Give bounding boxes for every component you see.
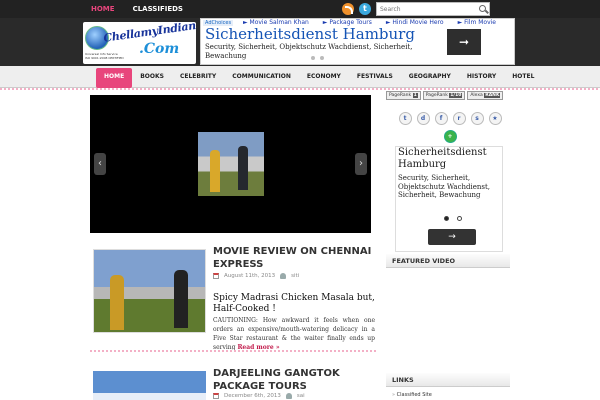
slide-figure (210, 150, 220, 192)
sidebar-ad-pager (444, 216, 462, 221)
ad-pager-dot[interactable] (311, 56, 315, 60)
reddit-share-icon[interactable]: r (452, 112, 466, 125)
post-author[interactable]: siti (291, 273, 299, 279)
nav-economy[interactable]: ECONOMY (299, 68, 349, 88)
post-meta: December 6th, 2013 sai (213, 393, 305, 399)
slide-figure (238, 146, 248, 190)
pagerank-badge[interactable]: PageRank 1 (386, 91, 421, 100)
divider (0, 88, 600, 90)
nav-books[interactable]: BOOKS (132, 68, 172, 88)
stumbleupon-share-icon[interactable]: s (470, 112, 484, 125)
slider-next-button[interactable]: › (355, 153, 367, 175)
logo-tagline-2: ISO 9001:2008 CERTIFIED (85, 56, 124, 60)
post-title[interactable]: MOVIE REVIEW ON CHENNAI EXPRESS (213, 245, 375, 271)
pagerank-badge[interactable]: PageRank 1/10 (422, 91, 466, 100)
social-icons: t d f r s ★ + (394, 112, 506, 143)
post-date: December 6th, 2013 (224, 393, 281, 399)
delicious-share-icon[interactable]: d (416, 112, 430, 125)
plus-share-icon[interactable]: + (443, 130, 457, 143)
main-nav-bar: HOME BOOKS CELEBRITY COMMUNICATION ECONO… (0, 66, 600, 88)
thumbnail-figure (110, 275, 124, 330)
links-heading: LINKS (386, 373, 510, 387)
post-thumbnail[interactable] (93, 249, 206, 333)
post-thumbnail[interactable] (93, 371, 206, 400)
ad-pager-dot[interactable] (320, 56, 324, 60)
site-logo[interactable]: ChellamyIndians .Com Universal Info Serv… (83, 22, 196, 64)
sidebar-ad-dot[interactable] (444, 216, 449, 221)
post-date: August 11th, 2013 (224, 273, 276, 279)
sidebar-ad-title[interactable]: Sicherheitsdienst Hamburg (398, 147, 502, 171)
pagerank-label: PageRank (389, 93, 412, 98)
topnav-classifieds-link[interactable]: CLASSIFIEDS (124, 0, 192, 18)
sidebar-ad-arrow-button[interactable]: → (428, 229, 476, 245)
top-nav: HOME CLASSIFIEDS (82, 0, 192, 18)
nav-communication[interactable]: COMMUNICATION (224, 68, 299, 88)
user-icon (280, 273, 287, 279)
logo-suffix: .Com (139, 41, 180, 57)
calendar-icon (213, 393, 219, 399)
sidebar-link[interactable]: Classified Site (392, 392, 432, 398)
ad-description: Security, Sicherheit, Objektschutz Wachd… (205, 43, 413, 60)
alexa-value: RANK (484, 93, 501, 98)
user-icon (285, 393, 292, 399)
post-subtitle: Spicy Madrasi Chicken Masala but, Half-C… (213, 293, 375, 314)
calendar-icon (213, 273, 219, 279)
slide-image[interactable] (198, 132, 264, 196)
nav-geography[interactable]: GEOGRAPHY (401, 68, 459, 88)
nav-home[interactable]: HOME (96, 68, 133, 88)
post-excerpt: CAUTIONING: How awkward it feels when on… (213, 316, 375, 352)
pagerank-value: 1 (412, 93, 418, 98)
divider (90, 350, 376, 352)
alexa-label: Alexa (470, 93, 483, 98)
twitter-icon[interactable] (359, 3, 371, 15)
sidebar-ad[interactable]: Sicherheitsdienst Hamburg Security, Sich… (395, 146, 503, 252)
main-nav: HOME BOOKS CELEBRITY COMMUNICATION ECONO… (96, 66, 542, 88)
nav-celebrity[interactable]: CELEBRITY (172, 68, 224, 88)
search-box (376, 2, 490, 16)
post-title[interactable]: DARJEELING GANGTOK PACKAGE TOURS (213, 367, 375, 393)
pagerank-value: 1/10 (449, 93, 463, 98)
rss-icon[interactable] (342, 3, 354, 15)
search-input[interactable] (377, 3, 473, 15)
ad-link[interactable]: Film Movie (458, 19, 496, 26)
ad-arrow-button[interactable]: ➞ (447, 29, 481, 55)
facebook-share-icon[interactable]: f (434, 112, 448, 125)
sidebar-ad-dot[interactable] (457, 216, 462, 221)
search-icon[interactable] (479, 5, 486, 12)
alexa-badge[interactable]: Alexa RANK (467, 91, 504, 100)
ad-pager (311, 56, 324, 60)
sidebar-ad-description: Security, Sicherheit, Objektschutz Wachd… (398, 174, 491, 199)
header: ChellamyIndians .Com Universal Info Serv… (0, 18, 600, 66)
featured-video-heading: FEATURED VIDEO (386, 254, 510, 268)
featured-slider[interactable]: ‹ › (90, 95, 371, 233)
nav-history[interactable]: HISTORY (459, 68, 504, 88)
pagerank-badges: PageRank 1 PageRank 1/10 Alexa RANK (386, 91, 504, 100)
twitter-share-icon[interactable]: t (398, 112, 412, 125)
ad-title[interactable]: Sicherheitsdienst Hamburg (205, 25, 415, 43)
post-meta: August 11th, 2013 siti (213, 273, 299, 279)
nav-hotel[interactable]: HOTEL (504, 68, 542, 88)
favorite-star-icon[interactable]: ★ (488, 112, 502, 125)
top-bar: HOME CLASSIFIEDS (0, 0, 600, 18)
logo-tagline: Universal Info Service ISO 9001:2008 CER… (85, 52, 124, 60)
post-author[interactable]: sai (297, 393, 305, 399)
pagerank-label: PageRank (425, 93, 448, 98)
topnav-home-link[interactable]: HOME (82, 0, 124, 18)
ad-banner[interactable]: AdChoices Movie Salman Khan Package Tour… (200, 18, 515, 65)
slider-prev-button[interactable]: ‹ (94, 153, 106, 175)
nav-festivals[interactable]: FESTIVALS (349, 68, 401, 88)
thumbnail-figure (174, 270, 188, 328)
